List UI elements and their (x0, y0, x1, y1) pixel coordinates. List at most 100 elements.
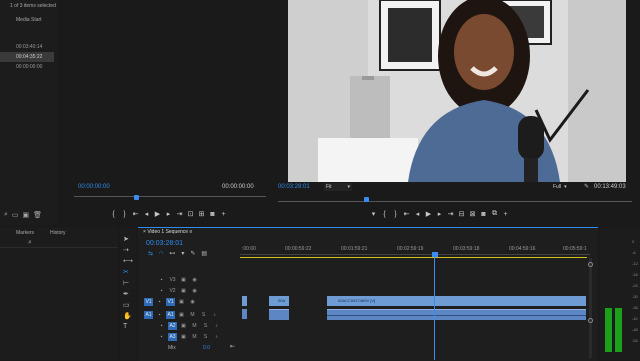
solo-icon[interactable]: S (199, 311, 208, 319)
snap-icon[interactable]: ∩ (159, 250, 163, 257)
go-to-in-icon[interactable]: ⇤ (130, 210, 141, 218)
audio-clip[interactable] (327, 309, 586, 320)
output-toggle-icon[interactable]: ▣ (179, 322, 188, 330)
timeline-scroll-handle-top[interactable] (588, 262, 593, 267)
mark-in-icon[interactable]: { (108, 211, 119, 218)
go-to-in-icon[interactable]: ⇤ (401, 210, 412, 218)
track-label-a2[interactable]: A2 (168, 322, 177, 330)
microphone-icon[interactable]: ♪ (212, 333, 221, 341)
timeline-playhead-icon[interactable] (432, 252, 438, 257)
output-toggle-icon[interactable]: ▣ (179, 287, 188, 295)
export-frame-icon[interactable]: ◙ (207, 211, 218, 218)
search-icon[interactable]: ⌕ (4, 211, 8, 219)
microphone-icon[interactable]: ♪ (210, 311, 219, 319)
output-toggle-icon[interactable]: ▣ (179, 276, 188, 284)
tab-history[interactable]: History (50, 230, 66, 236)
add-button-icon[interactable]: + (500, 211, 511, 218)
ripple-edit-tool-icon[interactable]: ⟷ (123, 257, 133, 265)
new-item-icon[interactable]: ▣ (23, 211, 30, 219)
lift-icon[interactable]: ⊟ (456, 210, 467, 218)
play-icon[interactable]: ▶ (152, 210, 163, 218)
go-to-out-icon[interactable]: ⇥ (445, 210, 456, 218)
output-toggle-icon[interactable]: ▣ (177, 298, 186, 306)
sync-lock-icon[interactable]: ▪ (155, 311, 164, 319)
timeline-playhead-line[interactable] (434, 257, 435, 360)
nest-icon[interactable]: ⇆ (148, 250, 153, 257)
output-toggle-icon[interactable]: ▣ (179, 333, 188, 341)
slip-tool-icon[interactable]: ⊢ (123, 279, 133, 287)
settings-icon[interactable]: ✎ (190, 250, 195, 257)
solo-icon[interactable]: S (201, 322, 210, 330)
source-patch-a1[interactable]: A1 (144, 311, 153, 319)
track-label-a1[interactable]: A1 (166, 311, 175, 319)
track-label-v3[interactable]: V3 (168, 276, 177, 284)
overwrite-icon[interactable]: ⊞ (196, 210, 207, 218)
list-item[interactable]: 00:03:40:14 (0, 42, 54, 52)
track-select-tool-icon[interactable]: ⇢ (123, 246, 133, 254)
marker-icon[interactable]: ▾ (368, 210, 379, 218)
track-label-v2[interactable]: V2 (168, 287, 177, 295)
camera-icon[interactable]: ◙ (478, 211, 489, 218)
source-playhead-icon[interactable] (134, 195, 139, 200)
rectangle-tool-icon[interactable]: ▭ (123, 301, 133, 309)
sync-lock-icon[interactable]: ▪ (157, 333, 166, 341)
list-item[interactable]: 00:00:00:00 (0, 62, 54, 72)
step-forward-icon[interactable]: ▸ (163, 210, 174, 218)
close-icon[interactable]: × (143, 229, 146, 235)
mark-in-icon[interactable]: { (379, 211, 390, 218)
zoom-select[interactable]: Fit ▾ (324, 183, 352, 191)
eye-icon[interactable]: ◉ (190, 287, 199, 295)
sequence-timecode[interactable]: 00:03:28:01 (146, 240, 183, 247)
linked-selection-icon[interactable]: ⊷ (169, 250, 175, 257)
mark-out-icon[interactable]: } (390, 211, 401, 218)
type-tool-icon[interactable]: T (123, 323, 133, 330)
media-start-column-header[interactable]: Media Start (16, 17, 42, 23)
microphone-icon[interactable]: ♪ (212, 322, 221, 330)
video-clip[interactable]: 00A (269, 296, 289, 306)
sync-lock-icon[interactable]: ▪ (157, 287, 166, 295)
source-patch-v1[interactable]: V1 (144, 298, 153, 306)
track-label-v1[interactable]: V1 (166, 298, 175, 306)
timeline-vertical-scrollbar[interactable] (589, 258, 592, 358)
mix-arrow-icon[interactable]: ⇤ (230, 343, 235, 350)
track-label-a3[interactable]: A3 (168, 333, 177, 341)
source-scrub-bar[interactable] (74, 196, 266, 197)
mark-out-icon[interactable]: } (119, 211, 130, 218)
list-item[interactable]: 00:04:35:22 (0, 52, 54, 62)
program-playhead-icon[interactable] (364, 197, 369, 202)
search-icon[interactable]: ⌕ (28, 239, 32, 247)
wrench-icon[interactable]: ✎ (584, 183, 589, 190)
program-timecode[interactable]: 00:03:28:01 (278, 184, 310, 190)
mute-icon[interactable]: M (188, 311, 197, 319)
menu-icon[interactable]: ≡ (189, 229, 192, 235)
razor-tool-icon[interactable]: ✂ (123, 268, 133, 276)
time-ruler[interactable] (240, 254, 590, 255)
sync-lock-icon[interactable]: ▪ (155, 298, 164, 306)
solo-icon[interactable]: S (201, 333, 210, 341)
audio-clip[interactable] (269, 309, 289, 320)
pen-tool-icon[interactable]: ✒ (123, 290, 133, 298)
quality-select[interactable]: Full ▾ (553, 183, 577, 191)
eye-icon[interactable]: ◉ (190, 276, 199, 284)
mute-icon[interactable]: M (190, 322, 199, 330)
step-forward-icon[interactable]: ▸ (434, 210, 445, 218)
mute-icon[interactable]: M (190, 333, 199, 341)
timeline-scroll-handle-bottom[interactable] (588, 318, 593, 323)
source-timecode[interactable]: 00:00:00:00 (78, 184, 110, 190)
go-to-out-icon[interactable]: ⇥ (174, 210, 185, 218)
folder-icon[interactable]: ▭ (12, 211, 19, 219)
add-button-icon[interactable]: + (218, 211, 229, 218)
sequence-tab[interactable]: × Video 1 Sequence ≡ (143, 229, 192, 235)
add-marker-icon[interactable]: ▾ (181, 250, 184, 257)
selection-tool-icon[interactable]: ➤ (123, 235, 133, 243)
captions-icon[interactable]: ▤ (201, 250, 207, 257)
sync-lock-icon[interactable]: ▪ (157, 322, 166, 330)
hand-tool-icon[interactable]: ✋ (123, 312, 133, 320)
program-video-frame[interactable] (288, 0, 626, 182)
insert-icon[interactable]: ⊡ (185, 210, 196, 218)
step-back-icon[interactable]: ◂ (412, 210, 423, 218)
sync-lock-icon[interactable]: ▪ (157, 276, 166, 284)
extract-icon[interactable]: ⊠ (467, 210, 478, 218)
eye-icon[interactable]: ◉ (188, 298, 197, 306)
video-clip[interactable]: 00ACC0017469V [V] (327, 296, 586, 306)
